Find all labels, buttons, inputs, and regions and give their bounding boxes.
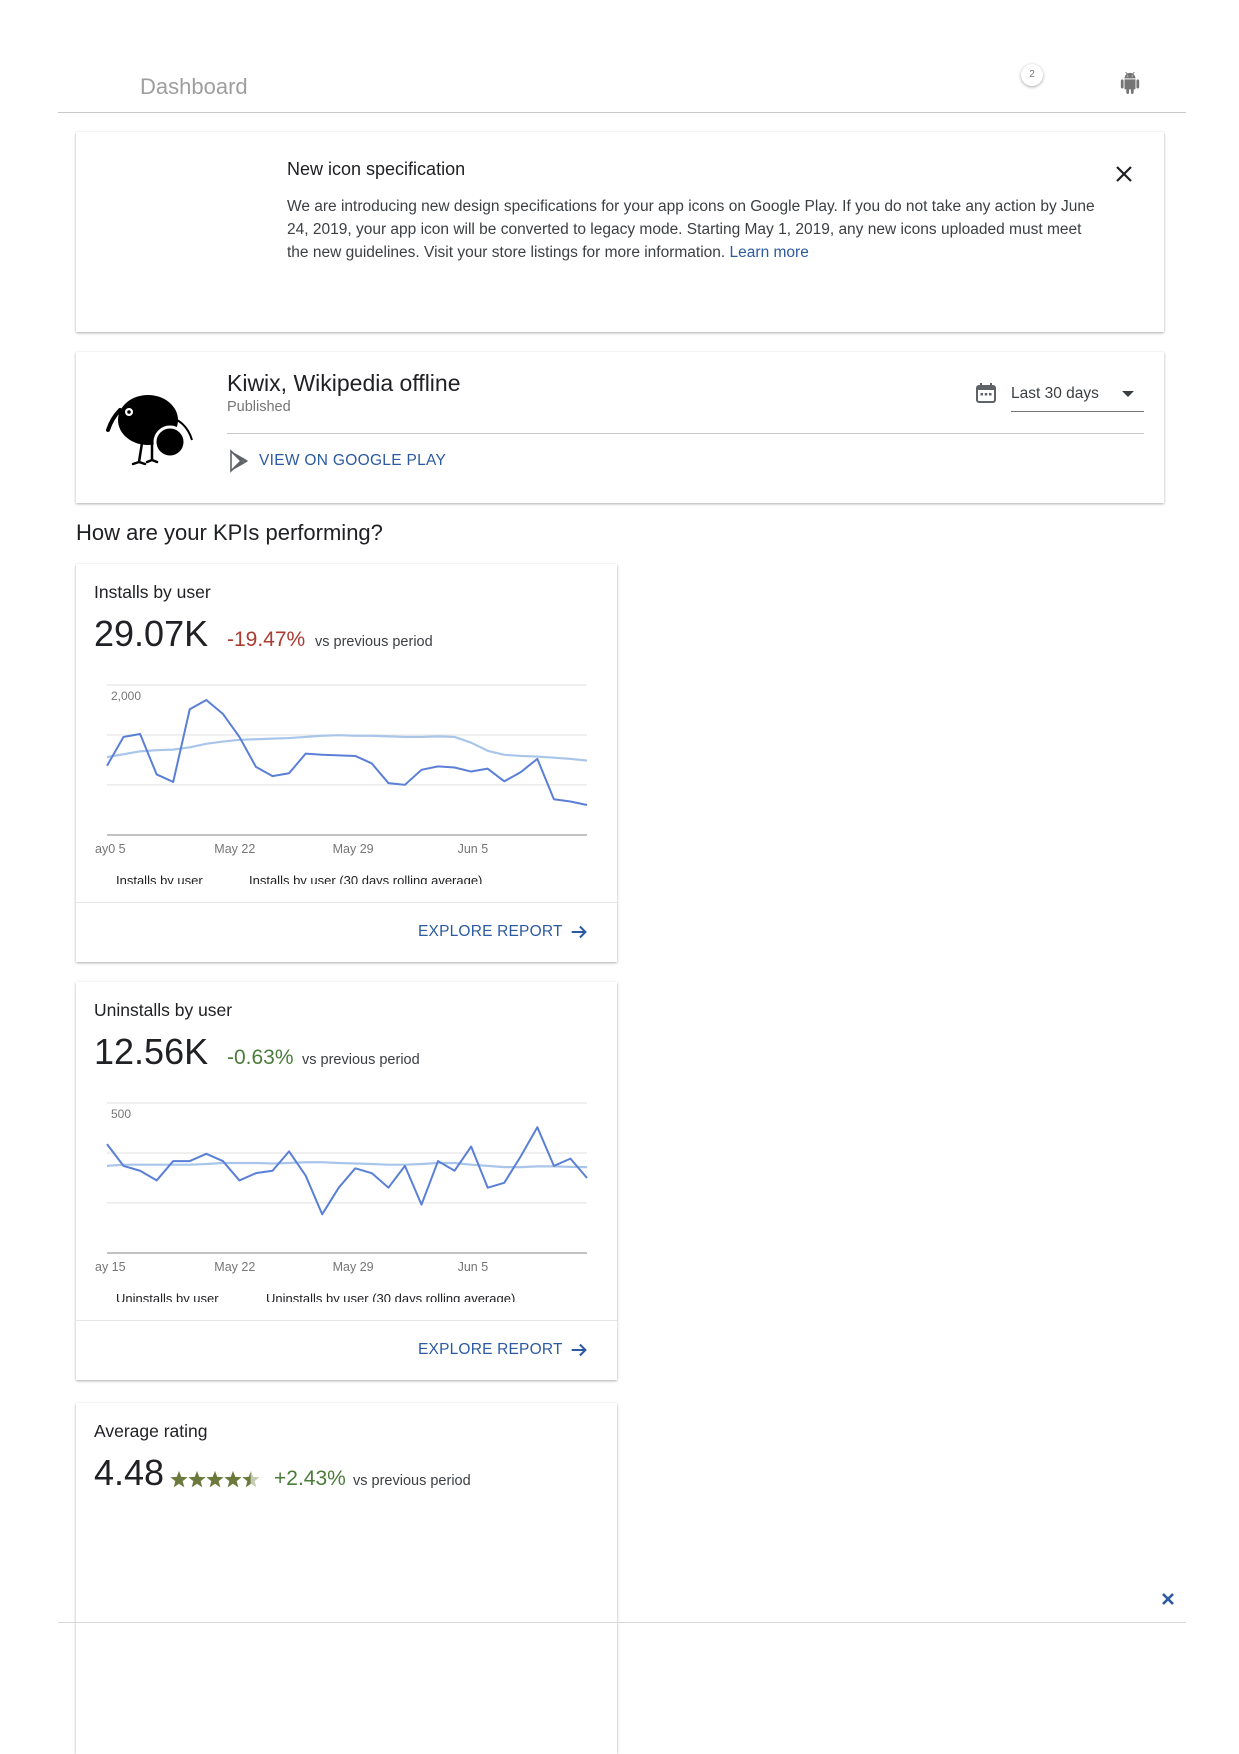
y-tick-label: 2,000 [111,689,141,703]
app-status: Published [227,399,291,415]
card-footer-divider [76,902,617,903]
explore-report-label: EXPLORE REPORT [418,923,563,940]
x-tick-label: Jun 5 [458,1260,489,1274]
kpi-heading: How are your KPIs performing? [76,520,383,545]
view-on-google-play-link[interactable]: VIEW ON GOOGLE PLAY [227,447,446,475]
x-tick-label: May 22 [214,842,255,856]
legend-entry: Uninstalls by user [116,1291,219,1302]
installs-chart: 2,000 ay0 5 May 22 May 29 Jun 5 Installs by u… [95,684,588,884]
rating-stars [170,1471,260,1488]
app-card: Kiwix, Wikipedia offline Published VIEW … [76,352,1164,503]
legend-entry: Installs by user (30 days rolling averag… [249,873,482,884]
learn-more-link[interactable]: Learn more [730,244,809,261]
x-tick-label: Jun 5 [458,842,489,856]
explore-report-label: EXPLORE REPORT [418,1341,563,1358]
close-icon[interactable] [1160,1591,1176,1607]
arrow-right-icon [571,1343,587,1357]
y-tick-label: 500 [111,1107,131,1121]
kpi-vs-text: vs previous period [315,634,433,650]
kpi-title: Average rating [94,1421,208,1441]
kpi-value: 29.07K [94,613,209,654]
date-range-select[interactable]: Last 30 days [1011,374,1144,412]
bottom-divider [58,1622,1186,1623]
calendar-icon [976,383,996,403]
icon-spec-notice: New icon specification We are introducin… [76,132,1164,332]
kpi-card-installs: Installs by user 29.07K -19.47% vs previ… [76,564,617,962]
legend-entry: Uninstalls by user (30 days rolling aver… [266,1291,515,1302]
google-play-label: VIEW ON GOOGLE PLAY [259,452,447,469]
date-range-value: Last 30 days [1011,385,1099,402]
star-fill [170,1471,188,1488]
x-tick-label: May 29 [333,842,374,856]
kpi-value: 12.56K [94,1031,209,1072]
chevron-down-icon [1122,391,1134,397]
star-fill [206,1471,224,1488]
app-name: Kiwix, Wikipedia offline [227,370,461,396]
explore-report-button[interactable]: EXPLORE REPORT [418,1336,590,1364]
uninstalls-chart: 500 ay 15 May 22 May 29 Jun 5 Uninstalls by u… [95,1102,588,1302]
notice-body: We are introducing new design specificat… [287,195,1097,264]
page-title: Dashboard [140,74,248,99]
series-line-daily [106,699,588,806]
notification-badge[interactable]: 2 [1021,64,1043,86]
kpi-title: Uninstalls by user [94,1000,233,1020]
arrow-right-icon [571,925,587,939]
notice-title: New icon specification [287,159,466,179]
kpi-card-rating: Average rating 4.48 +2.43% vs previous p… [76,1403,617,1754]
kpi-card-uninstalls: Uninstalls by user 12.56K -0.63% vs prev… [76,982,617,1380]
x-tick-label: ay 15 [95,1260,126,1274]
close-icon[interactable] [1112,162,1136,186]
x-tick-label: May 29 [333,1260,374,1274]
kpi-value: 4.48 [94,1452,165,1493]
x-tick-label: ay0 5 [95,842,126,856]
star-fill [188,1471,206,1488]
kpi-change: -19.47% [227,628,306,651]
kpi-title: Installs by user [94,582,211,602]
app-divider [227,433,1144,434]
explore-report-button[interactable]: EXPLORE REPORT [418,918,590,946]
series-line-daily [106,1126,588,1216]
kiwi-logo [106,395,193,466]
notice-text: We are introducing new design specificat… [287,198,1095,261]
card-footer-divider [76,1320,617,1321]
android-icon[interactable] [1119,72,1141,94]
kpi-vs-text: vs previous period [353,1473,471,1489]
kpi-vs-text: vs previous period [302,1052,420,1068]
x-tick-label: May 22 [214,1260,255,1274]
kpi-change: +2.43% [274,1467,346,1490]
star-fill [224,1471,242,1488]
top-bar: Dashboard 2 [58,0,1186,113]
legend-entry: Installs by user [116,873,203,884]
google-play-icon [230,449,248,473]
kpi-change: -0.63% [227,1046,294,1069]
